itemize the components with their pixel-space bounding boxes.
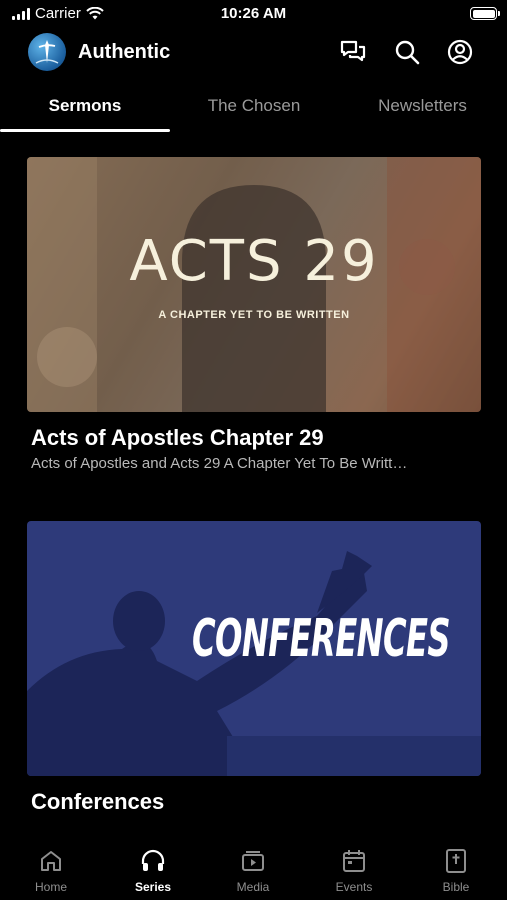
- home-icon: [41, 851, 61, 871]
- nav-series[interactable]: Series: [118, 848, 188, 894]
- conferences-card-title[interactable]: Conferences: [31, 789, 164, 815]
- nav-series-label: Series: [134, 880, 172, 894]
- bottom-nav: Home Series Media Events Bible: [0, 838, 507, 900]
- sermon-card-subtitle: Acts of Apostles and Acts 29 A Chapter Y…: [31, 455, 408, 472]
- acts-29-artwork-subtitle: A CHAPTER YET TO BE WRITTEN: [158, 309, 350, 321]
- tab-newsletters[interactable]: Newsletters: [338, 96, 507, 116]
- nav-events-label: Events: [335, 880, 373, 894]
- tab-the-chosen[interactable]: The Chosen: [170, 96, 338, 116]
- acts-29-artwork-title: ACTS 29: [129, 229, 379, 294]
- nav-home-label: Home: [34, 880, 67, 894]
- app-header: Authentic: [0, 30, 507, 76]
- sermon-card-image[interactable]: ACTS 29 A CHAPTER YET TO BE WRITTEN: [27, 157, 481, 412]
- nav-media-label: Media: [236, 880, 270, 894]
- tab-sermons[interactable]: Sermons: [0, 96, 170, 116]
- nav-media[interactable]: Media: [218, 848, 288, 894]
- status-time: 10:26 AM: [220, 5, 287, 22]
- chat-icon[interactable]: [339, 38, 367, 66]
- calendar-icon: [343, 850, 365, 872]
- app-logo: [28, 33, 66, 71]
- tab-indicator: [0, 129, 170, 132]
- nav-events[interactable]: Events: [319, 848, 389, 894]
- bible-icon: [446, 849, 466, 873]
- search-icon[interactable]: [393, 38, 421, 66]
- tab-bar: Sermons The Chosen Newsletters: [0, 84, 507, 134]
- status-bar: Carrier 10:26 AM: [0, 0, 507, 30]
- nav-bible-label: Bible: [442, 880, 470, 894]
- sermon-card-title[interactable]: Acts of Apostles Chapter 29: [31, 425, 324, 451]
- conferences-artwork-title: CONFERENCES: [192, 609, 451, 669]
- conferences-card-image[interactable]: CONFERENCES: [27, 521, 481, 776]
- media-icon: [242, 851, 264, 871]
- battery-icon: [470, 7, 500, 20]
- headphones-icon: [141, 849, 165, 871]
- nav-home[interactable]: Home: [16, 848, 86, 894]
- profile-icon[interactable]: [446, 38, 474, 66]
- nav-bible[interactable]: Bible: [421, 848, 491, 894]
- app-title: Authentic: [78, 41, 171, 63]
